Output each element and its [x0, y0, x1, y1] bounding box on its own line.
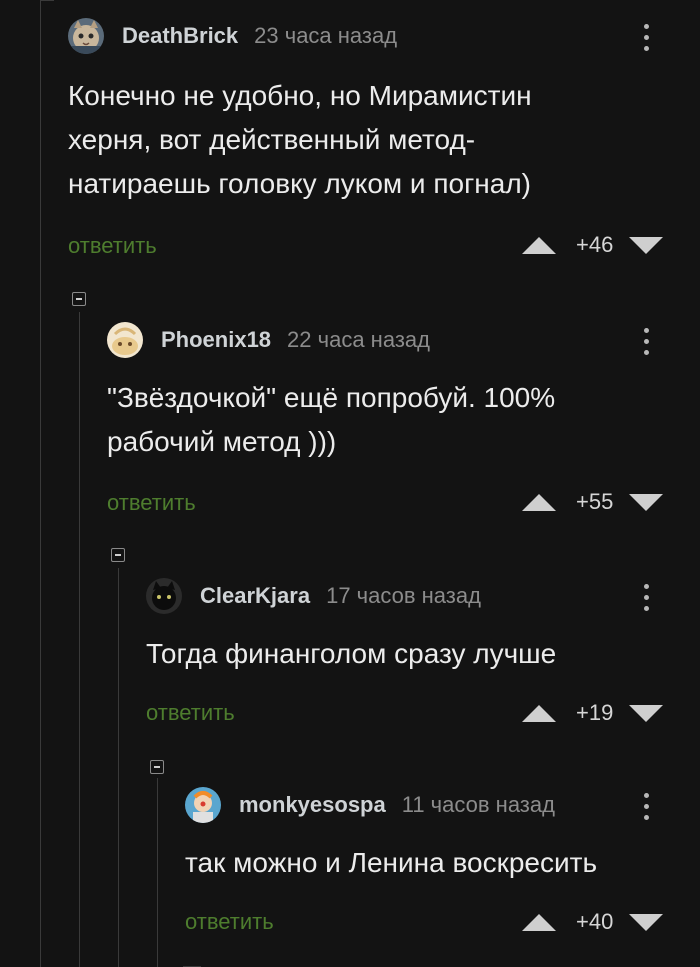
author-name[interactable]: Phoenix18: [161, 327, 271, 353]
cartoon-avatar-icon[interactable]: [107, 322, 143, 358]
comment-rating: +19: [522, 700, 664, 726]
downvote-arrow-icon[interactable]: [629, 704, 664, 722]
rating-score: +46: [576, 232, 614, 257]
comment-text: Тогда финанголом сразу лучше: [146, 638, 557, 669]
rating-score: +55: [576, 489, 614, 514]
comment: ClearKjara 17 часов назад Тогда финангол…: [146, 578, 688, 748]
comment-rating: +46: [522, 232, 664, 258]
comment: monkyesospa 11 часов назад так можно и Л…: [185, 787, 688, 957]
rating-score: +40: [576, 909, 614, 934]
downvote-arrow-icon[interactable]: [629, 913, 664, 931]
more-options-icon[interactable]: [644, 24, 650, 57]
upvote-arrow-icon[interactable]: [522, 493, 556, 511]
comment-rating: +55: [522, 489, 664, 515]
thread-line: [118, 568, 119, 967]
upvote-arrow-icon[interactable]: [522, 704, 556, 722]
thread-line: [40, 0, 41, 967]
author-name[interactable]: ClearKjara: [200, 583, 310, 609]
comment-header: ClearKjara 17 часов назад: [146, 578, 481, 614]
reply-link[interactable]: ответить: [146, 700, 235, 726]
upvote-arrow-icon[interactable]: [522, 913, 556, 931]
author-name[interactable]: monkyesospa: [239, 792, 386, 818]
downvote-arrow-icon[interactable]: [629, 493, 664, 511]
comment-rating: +40: [522, 909, 664, 935]
collapse-toggle-icon[interactable]: [72, 292, 86, 306]
comment-timestamp: 17 часов назад: [326, 583, 481, 608]
comment: Phoenix18 22 часа назад "Звёздочкой" ещё…: [107, 322, 688, 542]
comment-timestamp: 11 часов назад: [401, 792, 555, 817]
comment: DeathBrick 23 часа назад Конечно не удоб…: [68, 18, 688, 278]
collapse-toggle-icon[interactable]: [111, 548, 125, 562]
comment-text: "Звёздочкой" ещё попробуй. 100% рабочий …: [107, 382, 556, 457]
comment-timestamp: 23 часа назад: [254, 23, 398, 48]
comment-header: DeathBrick 23 часа назад: [68, 18, 397, 54]
comment-text: так можно и Ленина воскресить: [185, 847, 598, 878]
comment-header: Phoenix18 22 часа назад: [107, 322, 430, 358]
rating-score: +19: [576, 700, 614, 725]
reply-link[interactable]: ответить: [107, 490, 196, 516]
black-cat-avatar-icon[interactable]: [146, 578, 182, 614]
upvote-arrow-icon[interactable]: [522, 236, 556, 254]
reply-link[interactable]: ответить: [68, 233, 157, 259]
more-options-icon[interactable]: [644, 793, 650, 826]
comment-timestamp: 22 часа назад: [287, 327, 430, 352]
thread-line: [157, 778, 158, 967]
cat-avatar-icon[interactable]: [68, 18, 104, 54]
reply-link[interactable]: ответить: [185, 909, 274, 935]
more-options-icon[interactable]: [644, 584, 650, 617]
thread-line: [79, 312, 80, 967]
author-name[interactable]: DeathBrick: [122, 23, 238, 49]
comment-header: monkyesospa 11 часов назад: [185, 787, 555, 823]
more-options-icon[interactable]: [644, 328, 650, 361]
clown-avatar-icon[interactable]: [185, 787, 221, 823]
downvote-arrow-icon[interactable]: [629, 236, 664, 254]
comment-text: Конечно не удобно, но Мирамистин херня, …: [68, 80, 532, 199]
thread-connector: [40, 0, 54, 1]
collapse-toggle-icon[interactable]: [150, 760, 164, 774]
